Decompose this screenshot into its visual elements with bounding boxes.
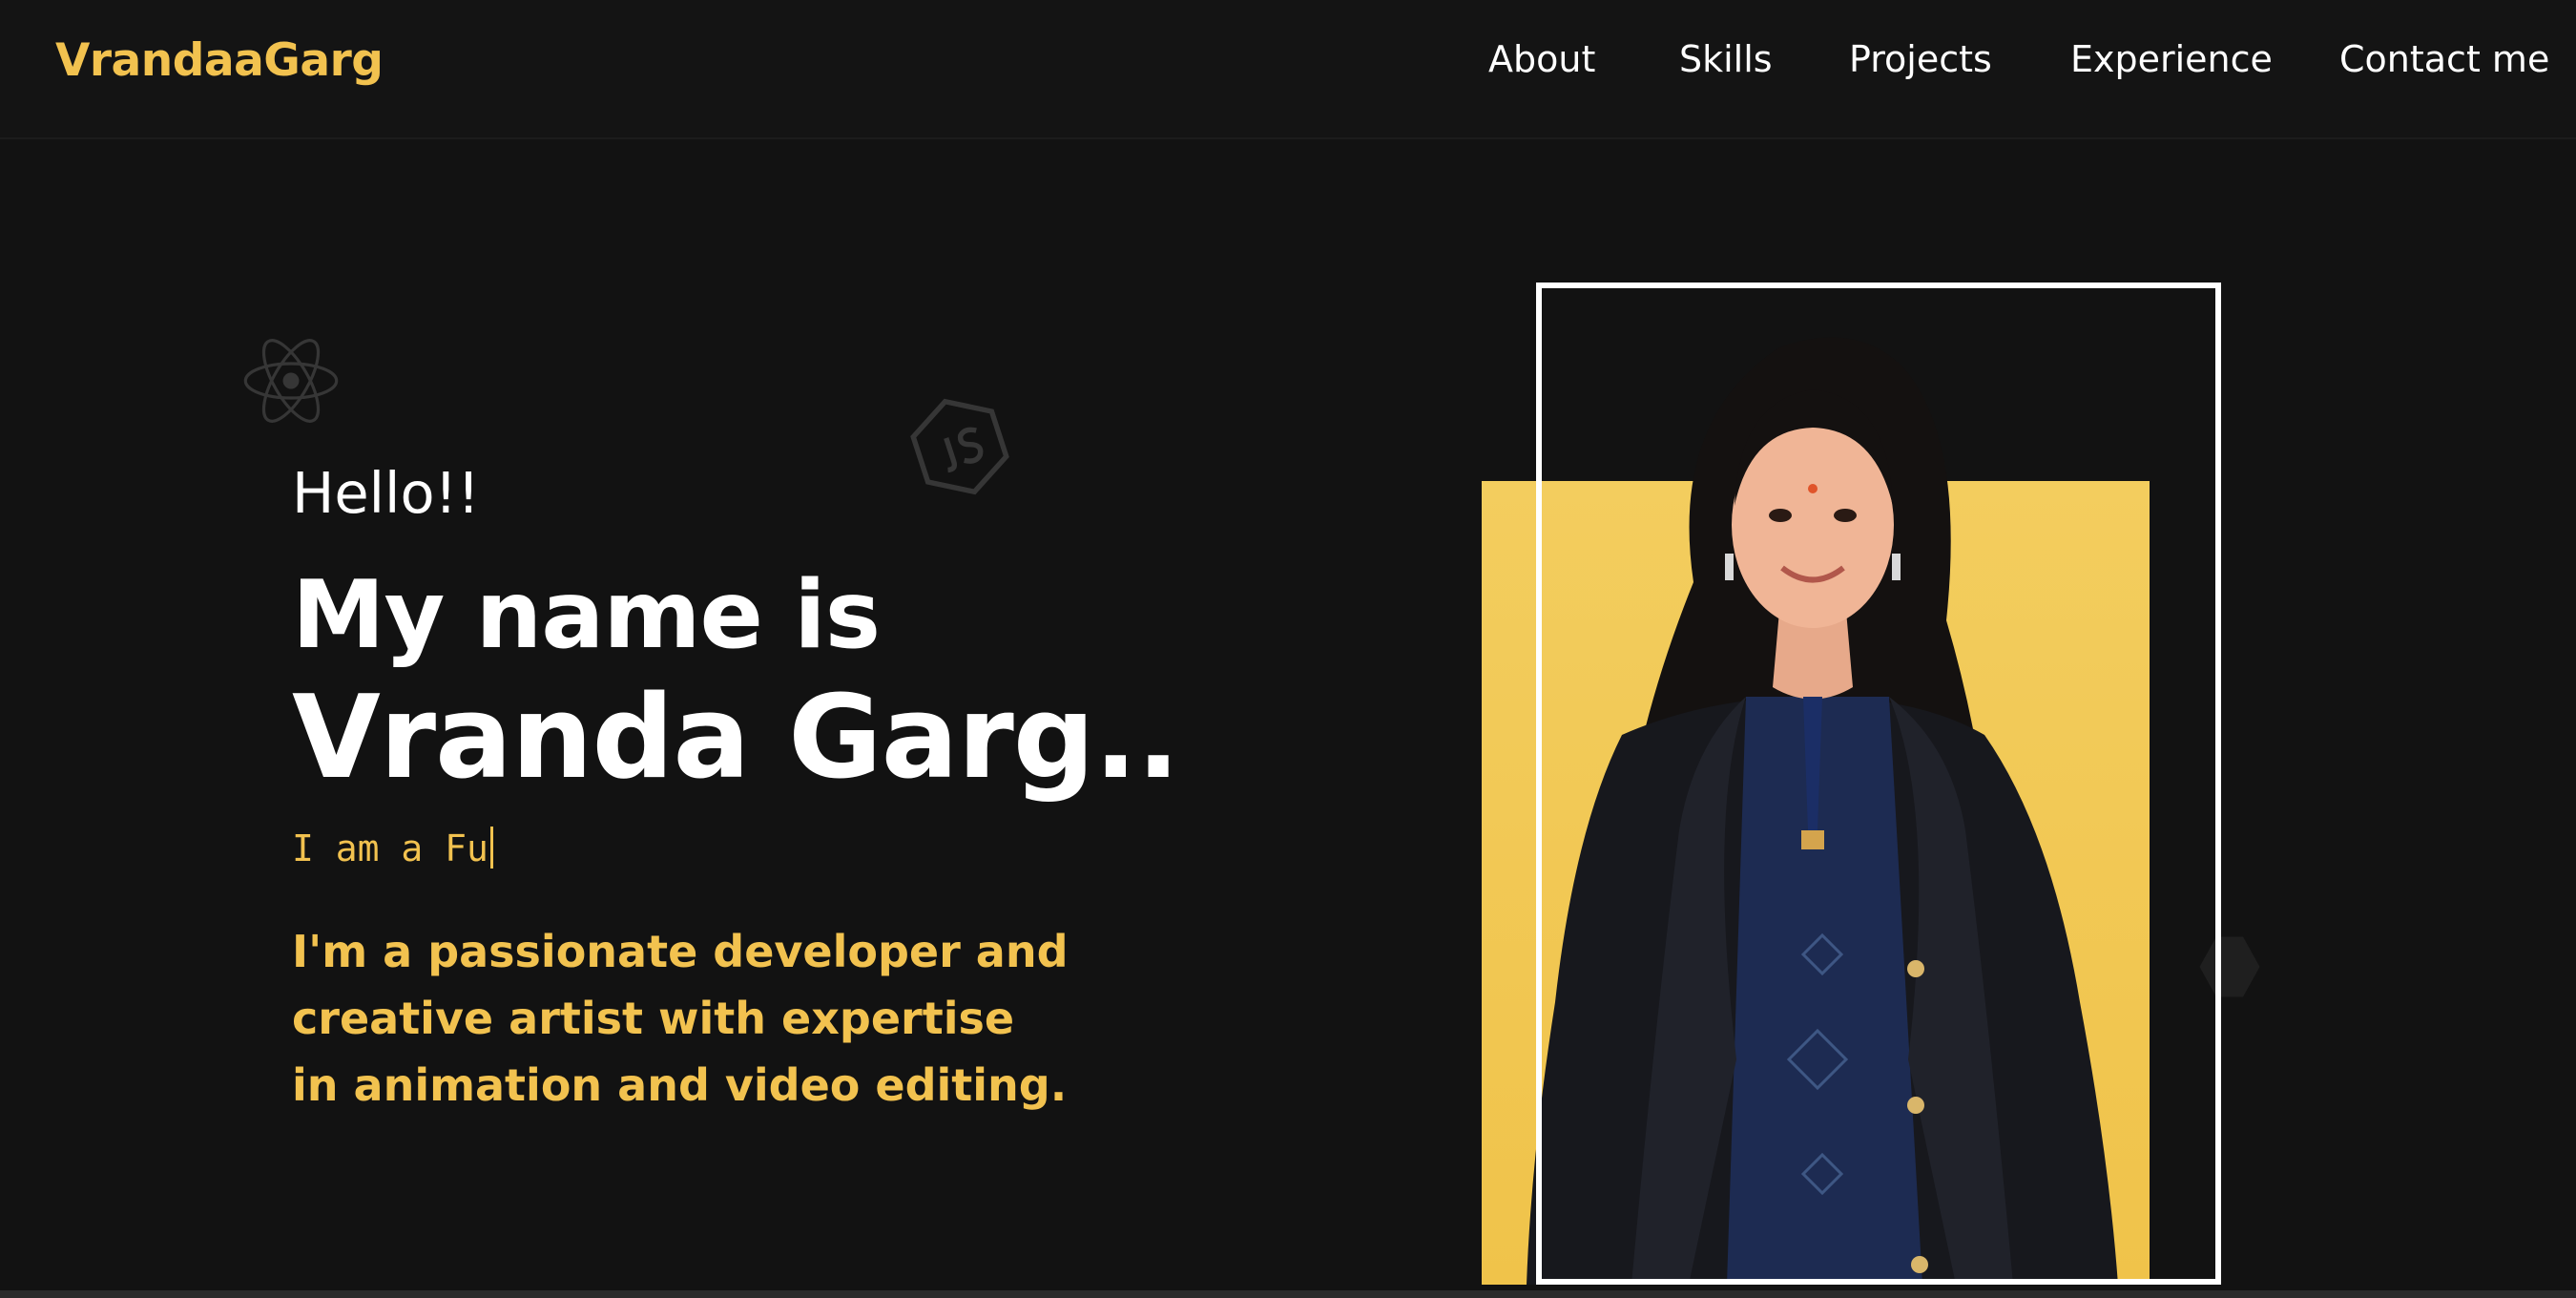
bio-text: I'm a passionate developer and creative … [292, 926, 1069, 1111]
typing-cursor [489, 827, 493, 869]
js-hex-icon [910, 398, 1009, 495]
react-icon [243, 339, 339, 423]
nav-link-skills[interactable]: Skills [1679, 38, 1773, 80]
name-intro: My name is [292, 561, 881, 670]
horizontal-scrollbar[interactable] [0, 1290, 2576, 1298]
greeting: Hello!! [292, 460, 480, 526]
nav-link-experience[interactable]: Experience [2070, 38, 2273, 80]
nav-link-projects[interactable]: Projects [1849, 38, 1992, 80]
typing-text-line: I am a Fu [292, 827, 493, 869]
portfolio-page: VrandaaGarg About Skills Projects Experi… [0, 0, 2576, 1298]
portrait-frame [1536, 283, 2221, 1285]
typing-text: I am a Fu [292, 827, 488, 869]
nav-links: About Skills Projects Experience Contact… [0, 38, 2576, 95]
name-heading: Vranda Garg.. [292, 672, 1180, 805]
navbar: VrandaaGarg About Skills Projects Experi… [0, 0, 2576, 139]
nav-link-about[interactable]: About [1488, 38, 1595, 80]
nav-link-contact[interactable]: Contact me [2339, 38, 2549, 80]
